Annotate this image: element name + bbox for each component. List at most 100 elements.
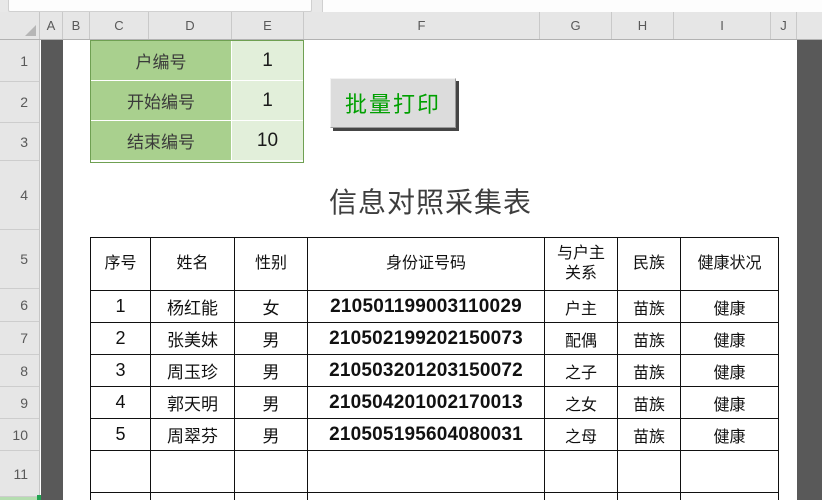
row-header-2[interactable]: 2 xyxy=(0,82,39,123)
header-cell-health[interactable]: 健康状况 xyxy=(680,237,779,291)
table-cell[interactable]: 周翠芬 xyxy=(150,418,235,451)
table-cell[interactable]: 210504201002170013 xyxy=(307,386,545,419)
table-cell[interactable]: 苗族 xyxy=(617,290,681,323)
table-row: 3 周玉珍男 210503201203150072 之子 苗族 健康 xyxy=(90,354,779,387)
header-cell-rel[interactable]: 与户主 关系 xyxy=(544,237,618,291)
spreadsheet-window: ABCDEFGHIJ 1 2 3 4 5 6 7 8 9 10 11 户编号 1 开始编号 1 结束… xyxy=(0,0,822,500)
end-id-value-cell[interactable]: 10 xyxy=(232,121,303,160)
table-cell[interactable]: 210501199003110029 xyxy=(307,290,545,323)
select-all-icon xyxy=(25,25,36,36)
row-header-8[interactable]: 8 xyxy=(0,355,39,387)
table-cell[interactable] xyxy=(680,492,779,500)
house-id-value-cell[interactable]: 1 xyxy=(232,41,303,80)
table-cell[interactable] xyxy=(150,450,235,493)
table-row: 4 郭天明男 210504201002170013 之女 苗族 健康 xyxy=(90,386,779,419)
table-cell[interactable]: 2 xyxy=(90,322,151,355)
header-cell-name[interactable]: 姓名 xyxy=(150,237,235,291)
table-cell[interactable]: 健康 xyxy=(680,322,779,355)
row-header-9[interactable]: 9 xyxy=(0,387,39,419)
row-header-6[interactable]: 6 xyxy=(0,289,39,322)
table-cell[interactable]: 苗族 xyxy=(617,386,681,419)
outside-area-fill-left xyxy=(41,40,63,500)
table-cell[interactable] xyxy=(90,492,151,500)
table-cell[interactable] xyxy=(307,492,545,500)
table-cell[interactable]: 健康 xyxy=(680,354,779,387)
column-header-j[interactable]: J xyxy=(771,12,797,39)
name-box[interactable] xyxy=(8,0,312,12)
table-cell[interactable]: 健康 xyxy=(680,386,779,419)
table-cell[interactable]: 张美妹 xyxy=(150,322,235,355)
table-cell[interactable]: 之子 xyxy=(544,354,618,387)
row-header-5[interactable]: 5 xyxy=(0,230,39,289)
table-cell[interactable]: 苗族 xyxy=(617,418,681,451)
row-header-1[interactable]: 1 xyxy=(0,40,39,82)
table-empty-row xyxy=(90,450,779,493)
table-cell[interactable] xyxy=(544,450,618,493)
column-header-d[interactable]: D xyxy=(149,12,232,39)
table-cell[interactable]: 户主 xyxy=(544,290,618,323)
start-id-label-cell[interactable]: 开始编号 xyxy=(91,81,231,120)
table-cell[interactable]: 5 xyxy=(90,418,151,451)
table-cell[interactable]: 210505195604080031 xyxy=(307,418,545,451)
table-cell[interactable]: 周玉珍 xyxy=(150,354,235,387)
row-header-11[interactable]: 11 xyxy=(0,451,39,497)
table-cell[interactable]: 4 xyxy=(90,386,151,419)
start-id-value-cell[interactable]: 1 xyxy=(232,81,303,120)
table-cell[interactable]: 3 xyxy=(90,354,151,387)
column-header-g[interactable]: G xyxy=(540,12,612,39)
row-header-4[interactable]: 4 xyxy=(0,161,39,230)
column-header-i[interactable]: I xyxy=(674,12,771,39)
table-cell[interactable]: 男 xyxy=(234,354,308,387)
table-cell[interactable] xyxy=(234,450,308,493)
column-header-b[interactable]: B xyxy=(63,12,90,39)
table-row: 2 张美妹男 210502199202150073 配偶 苗族 健康 xyxy=(90,322,779,355)
table-cell[interactable]: 健康 xyxy=(680,290,779,323)
table-cell[interactable]: 210502199202150073 xyxy=(307,322,545,355)
table-cell[interactable] xyxy=(680,450,779,493)
outside-area-fill-right xyxy=(797,40,822,500)
table-cell[interactable] xyxy=(307,450,545,493)
table-cell[interactable]: 配偶 xyxy=(544,322,618,355)
row-header-3[interactable]: 3 xyxy=(0,123,39,161)
table-cell[interactable]: 之母 xyxy=(544,418,618,451)
table-cell[interactable]: 男 xyxy=(234,322,308,355)
select-all-corner[interactable] xyxy=(0,12,40,39)
table-cell[interactable] xyxy=(90,450,151,493)
header-cell-sex[interactable]: 性别 xyxy=(234,237,308,291)
table-cell[interactable]: 郭天明 xyxy=(150,386,235,419)
row-header-column: 1 2 3 4 5 6 7 8 9 10 11 xyxy=(0,40,40,500)
table-cell[interactable]: 1 xyxy=(90,290,151,323)
table-cell[interactable]: 之女 xyxy=(544,386,618,419)
column-header-e[interactable]: E xyxy=(232,12,304,39)
table-empty-row xyxy=(90,492,779,500)
table-cell[interactable]: 健康 xyxy=(680,418,779,451)
table-cell[interactable] xyxy=(544,492,618,500)
table-cell[interactable] xyxy=(234,492,308,500)
sheet-title[interactable]: 信息对照采集表 xyxy=(90,172,771,230)
table-cell[interactable]: 210503201203150072 xyxy=(307,354,545,387)
table-header-row: 序号 姓名 性别 身份证号码 与户主 关系 民族 健康状况 xyxy=(90,237,779,291)
table-cell[interactable] xyxy=(150,492,235,500)
header-cell-seq[interactable]: 序号 xyxy=(90,237,151,291)
info-collection-table: 序号 姓名 性别 身份证号码 与户主 关系 民族 健康状况 1 杨红能女 21050… xyxy=(90,237,779,500)
column-header-a[interactable]: A xyxy=(40,12,63,39)
table-cell[interactable]: 苗族 xyxy=(617,354,681,387)
batch-print-button[interactable]: 批量打印 xyxy=(330,78,456,128)
row-header-7[interactable]: 7 xyxy=(0,322,39,355)
column-header-h[interactable]: H xyxy=(612,12,674,39)
table-cell[interactable] xyxy=(617,450,681,493)
table-cell[interactable]: 杨红能 xyxy=(150,290,235,323)
table-cell[interactable]: 女 xyxy=(234,290,308,323)
table-cell[interactable]: 男 xyxy=(234,418,308,451)
row-header-10[interactable]: 10 xyxy=(0,419,39,451)
table-cell[interactable] xyxy=(617,492,681,500)
header-cell-eth[interactable]: 民族 xyxy=(617,237,681,291)
header-cell-id[interactable]: 身份证号码 xyxy=(307,237,545,291)
column-header-f[interactable]: F xyxy=(304,12,540,39)
column-header-c[interactable]: C xyxy=(90,12,149,39)
end-id-label-cell[interactable]: 结束编号 xyxy=(91,121,231,160)
table-row: 5 周翠芬男 210505195604080031 之母 苗族 健康 xyxy=(90,418,779,451)
table-cell[interactable]: 苗族 xyxy=(617,322,681,355)
house-id-label-cell[interactable]: 户编号 xyxy=(91,41,231,80)
table-cell[interactable]: 男 xyxy=(234,386,308,419)
